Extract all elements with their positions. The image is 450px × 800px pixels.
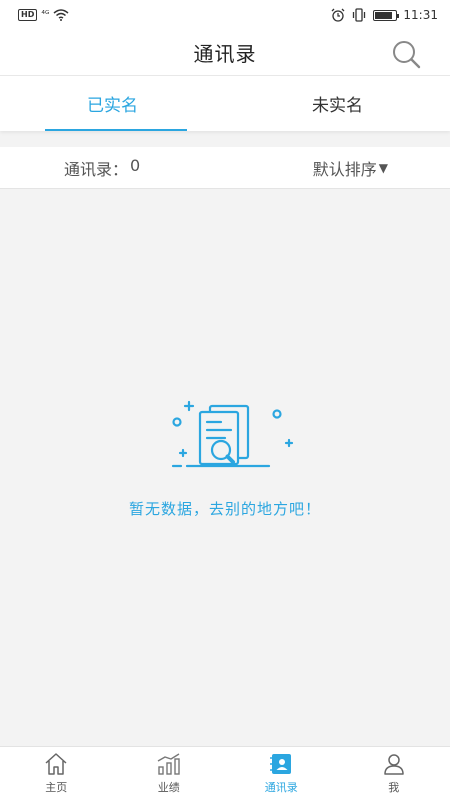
nav-label-performance: 业绩 [157,781,180,794]
nav-label-me: 我 [388,781,400,794]
tab-verified[interactable]: 已实名 [0,76,225,131]
battery-icon [373,9,400,21]
vibrate-icon [353,8,366,22]
nav-item-performance[interactable]: 业绩 [113,747,226,800]
status-bar-left: HD ⁴ᴳ [18,9,69,21]
chart-icon [157,753,180,775]
search-icon[interactable] [390,38,422,70]
nav-item-me[interactable]: 我 [338,747,450,800]
list-info-bar: 通讯录： 0 默认排序 ▼ [0,147,450,189]
tab-unverified-label: 未实名 [312,96,363,116]
empty-message: 暂无数据，去别的地方吧！ [128,500,321,518]
network-indicator: ⁴ᴳ [41,10,50,20]
contact-count-value: 0 [130,155,141,175]
status-time: 11:31 [403,8,438,22]
status-bar: HD ⁴ᴳ 11:31 [0,0,450,30]
sort-dropdown[interactable]: 默认排序 ▼ [313,156,388,180]
empty-document-search-icon [171,400,294,468]
hd-badge: HD [18,9,38,21]
nav-item-contacts[interactable]: 通讯录 [225,747,338,800]
tab-verified-label: 已实名 [87,96,138,116]
user-icon [384,754,404,775]
wifi-icon [53,9,69,21]
bottom-nav: 主页 业绩 通讯录 我 [0,746,450,800]
tab-unverified[interactable]: 未实名 [225,76,450,131]
sort-arrow-icon: ▼ [378,160,388,175]
contact-count-label: 通讯录： [64,159,129,179]
nav-label-contacts: 通讯录 [264,781,298,794]
contacts-icon [270,754,292,774]
contact-count: 通讯录： 0 [64,156,140,180]
status-bar-right: 11:31 [331,8,438,22]
battery-fill [375,11,393,19]
nav-label-home: 主页 [45,781,68,794]
nav-item-home[interactable]: 主页 [0,747,113,800]
alarm-icon [331,8,345,22]
empty-state: 暂无数据，去别的地方吧！ [0,400,450,519]
app-header: 通讯录 [0,30,450,76]
home-icon [45,753,67,775]
realname-tabs: 已实名 未实名 [0,76,450,131]
page-title: 通讯录 [193,42,257,66]
sort-label: 默认排序 [312,159,377,179]
